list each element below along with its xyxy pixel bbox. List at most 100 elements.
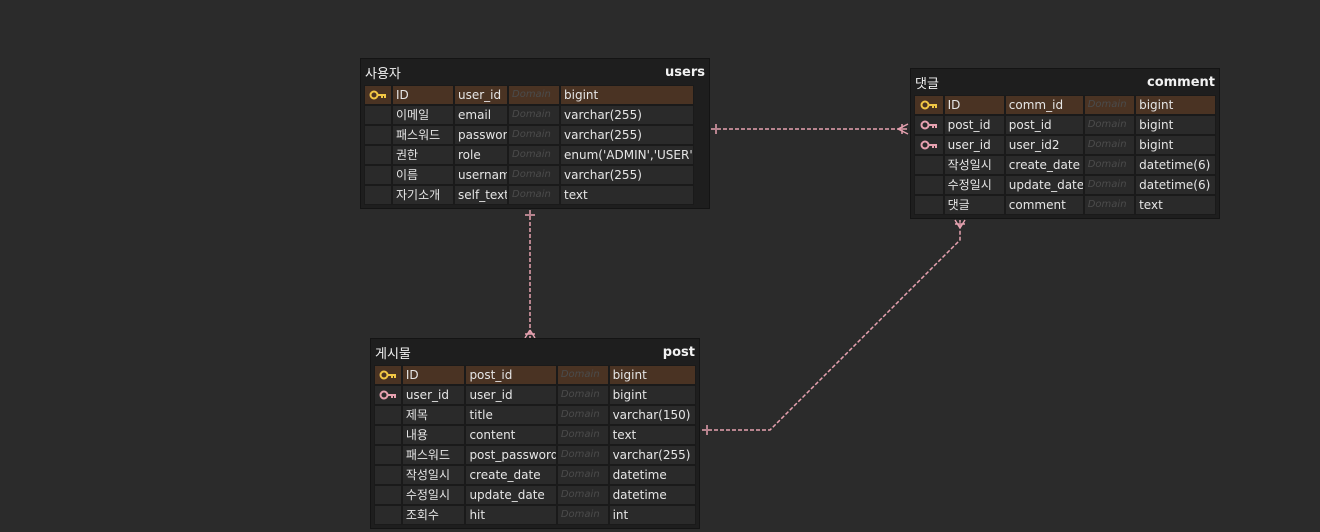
column-type: bigint [560,85,694,105]
column-type: varchar(150) [608,405,697,425]
column-icon-cell [364,165,392,185]
foreign-key-glyph [920,140,937,150]
column-logical-name: 패스워드 [401,445,466,465]
column-type: bigint [608,365,697,385]
entity-comment[interactable]: 댓글 comment ID comm_id Domain bigint post_id p… [911,69,1219,218]
entity-columns: ID post_id Domain bigint user_id user_id Domai… [371,365,699,528]
column-logical-name: 댓글 [943,195,1005,215]
foreign-key-glyph [920,120,937,130]
column-row-self-text[interactable]: 자기소개 self_text Domain text [364,185,706,205]
column-type: bigint [608,385,697,405]
column-logical-name: 수정일시 [401,485,466,505]
column-logical-name: ID [943,95,1005,115]
relation-post-comment [702,220,961,431]
column-type: bigint [1135,115,1216,135]
column-physical-name: role [454,145,508,165]
column-row-post-id[interactable]: post_id post_id Domain bigint [914,115,1216,135]
column-icon-cell [374,425,402,445]
entity-physical-name: comment [1146,74,1215,90]
column-row-username[interactable]: 이름usernameDomainvarchar(255) [364,165,706,185]
column-row-hit[interactable]: 조회수 hit Domain int [374,505,697,525]
column-icon-cell [914,175,944,195]
column-row-email[interactable]: 이메일 email Domain varchar(255) [364,105,706,125]
column-icon-cell [914,155,944,175]
column-row-update-date[interactable]: 수정일시 update_date Domain datetime(6) [914,175,1216,195]
primary-key-icon [364,85,392,105]
column-row-create-date[interactable]: 작성일시 create_date Domain datetime(6) [914,155,1216,175]
primary-key-icon [374,365,402,385]
column-domain: Domain [556,365,609,385]
column-logical-name: 이름 [392,165,454,185]
column-logical-name: 작성일시 [401,465,466,485]
column-domain: Domain [508,125,560,145]
column-logical-name: 수정일시 [943,175,1005,195]
column-physical-name: self_text [454,185,508,205]
column-logical-name: 자기소개 [392,185,454,205]
column-logical-name: 제목 [401,405,466,425]
column-row-user-id2[interactable]: user_id user_id2 Domain bigint [914,135,1216,155]
column-type: varchar(255) [560,165,694,185]
column-icon-cell [364,185,392,205]
column-row-role[interactable]: 권한 role Domain enum('ADMIN','USER') [364,145,706,165]
column-logical-name: user_id [943,135,1005,155]
column-icon-cell [374,485,402,505]
column-domain: Domain [556,445,609,465]
column-domain: Domain [1083,155,1136,175]
column-domain: Domain [556,385,609,405]
column-domain: Domain [508,105,560,125]
column-physical-name: post_id [1004,115,1084,135]
column-domain: Domain [556,485,609,505]
column-icon-cell [374,405,402,425]
column-type: varchar(255) [560,125,694,145]
column-row-user-id[interactable]: user_id user_id Domain bigint [374,385,697,405]
entity-header: 댓글 comment [911,69,1219,95]
column-row-post-id[interactable]: ID post_id Domain bigint [374,365,697,385]
column-row-password[interactable]: 패스워드passwordDomainvarchar(255) [364,125,706,145]
primary-key-icon [914,95,944,115]
column-icon-cell [374,465,402,485]
column-physical-name: content [465,425,557,445]
column-physical-name: create_date [1004,155,1084,175]
column-type: text [1135,195,1216,215]
entity-users[interactable]: 사용자 users ID user_id Domain bigint 이메일 email D… [361,59,709,208]
column-row-content[interactable]: 내용 content Domain text [374,425,697,445]
entity-columns: ID user_id Domain bigint 이메일 email Domain varch… [361,85,709,208]
entity-header: 사용자 users [361,59,709,85]
foreign-key-icon [914,115,944,135]
column-icon-cell [374,505,402,525]
primary-key-glyph [369,90,386,100]
column-type: bigint [1135,135,1216,155]
column-logical-name: ID [401,365,466,385]
column-type: datetime [608,465,697,485]
column-physical-name: email [454,105,508,125]
column-physical-name: comment [1004,195,1084,215]
column-type: datetime(6) [1135,155,1216,175]
entity-columns: ID comm_id Domain bigint post_id post_id Domai… [911,95,1219,218]
column-icon-cell [364,125,392,145]
column-domain: Domain [556,405,609,425]
column-row-title[interactable]: 제목 title Domain varchar(150) [374,405,697,425]
column-row-comment[interactable]: 댓글 comment Domain text [914,195,1216,215]
column-row-update-date[interactable]: 수정일시 update_date Domain datetime [374,485,697,505]
column-domain: Domain [508,165,560,185]
column-domain: Domain [1083,135,1136,155]
column-logical-name: ID [392,85,454,105]
column-domain: Domain [1083,115,1136,135]
entity-physical-name: users [665,64,705,80]
column-row-create-date[interactable]: 작성일시 create_date Domain datetime [374,465,697,485]
column-row-comm-id[interactable]: ID comm_id Domain bigint [914,95,1216,115]
column-type: text [560,185,694,205]
column-domain: Domain [508,185,560,205]
column-logical-name: 작성일시 [943,155,1005,175]
entity-logical-name: 사용자 [365,66,401,82]
column-logical-name: 이메일 [392,105,454,125]
entity-post[interactable]: 게시물 post ID post_id Domain bigint user_id use… [371,339,699,528]
column-physical-name: password [454,125,508,145]
column-icon-cell [374,445,402,465]
column-row-user-id[interactable]: ID user_id Domain bigint [364,85,706,105]
column-physical-name: post_id [465,365,557,385]
column-row-post-password[interactable]: 패스워드 post_password Domain varchar(255) [374,445,697,465]
column-logical-name: post_id [943,115,1005,135]
column-domain: Domain [556,425,609,445]
column-logical-name: user_id [401,385,466,405]
